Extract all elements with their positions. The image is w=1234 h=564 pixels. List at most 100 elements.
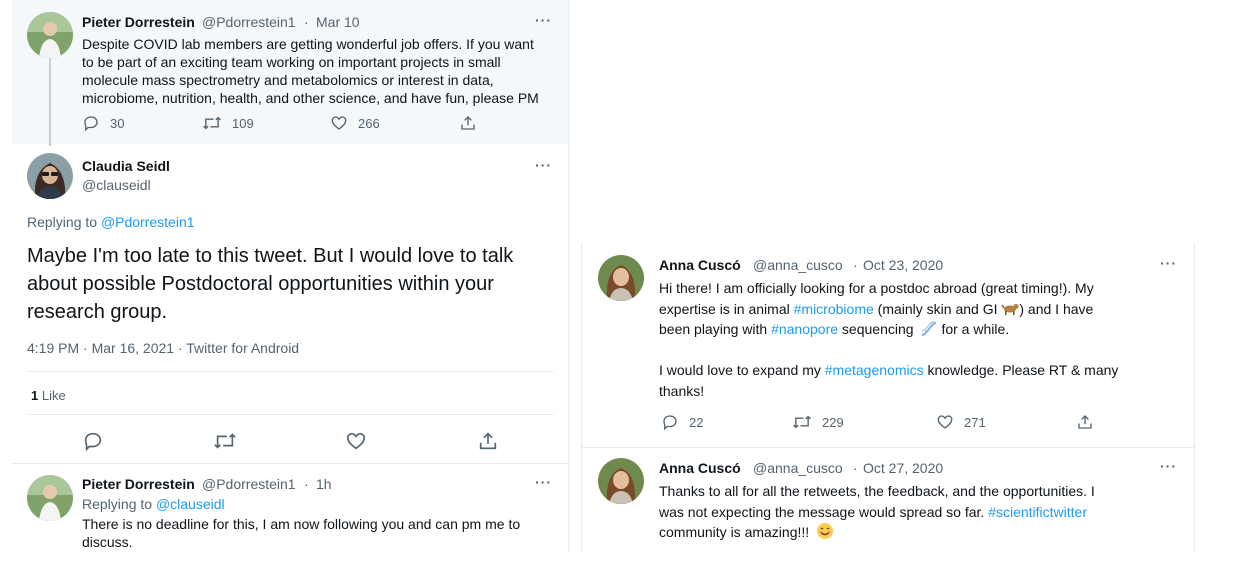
author-handle[interactable]: @anna_cusco	[753, 257, 843, 273]
avatar-anna[interactable]	[598, 255, 644, 301]
retweet-button[interactable]: 229	[792, 413, 844, 431]
avatar-claudia[interactable]	[27, 153, 73, 199]
avatar-pieter[interactable]	[27, 12, 73, 58]
author-handle[interactable]: @clauseidl	[82, 177, 151, 193]
share-button[interactable]	[459, 114, 477, 132]
reply-button[interactable]: 30	[82, 114, 124, 132]
replying-to-prefix: Replying to	[27, 214, 98, 230]
hashtag-link[interactable]: #metagenomics	[825, 362, 924, 378]
reply-button[interactable]	[82, 430, 104, 452]
tweet-text-line: been playing with #nanopore sequencing f…	[659, 319, 1118, 340]
divider	[582, 447, 1194, 448]
author-handle[interactable]: @Pdorrestein1	[202, 476, 296, 492]
more-options-icon[interactable]: ···	[535, 474, 552, 490]
like-summary-label: Like	[41, 388, 66, 403]
right-thread-panel: Anna Cuscó @anna_cusco · Oct 23, 2020 ··…	[581, 243, 1195, 553]
author-handle[interactable]: @Pdorrestein1	[202, 14, 296, 30]
retweet-button[interactable]	[213, 430, 237, 452]
tweet-text: There is no deadline for this, I am now …	[82, 515, 520, 551]
tweet-text-line: molecule mass spectrometry and metabolom…	[82, 72, 494, 88]
reply-icon	[84, 116, 98, 132]
text-segment: I would love to expand my	[659, 362, 825, 378]
author-handle[interactable]: @anna_cusco	[753, 460, 843, 476]
avatar-anna[interactable]	[598, 458, 644, 504]
like-button[interactable]: 266	[330, 114, 380, 132]
tweet-text-line: research group.	[27, 301, 168, 323]
tweet-text-line: microbiome, nutrition, health, and other…	[82, 90, 539, 106]
like-count: 271	[964, 414, 986, 430]
like-summary[interactable]: 1 Like	[31, 388, 66, 403]
text-segment: ) and I have	[1019, 300, 1094, 317]
tweet-text-line: community is amazing!!!	[659, 522, 1095, 543]
share-icon	[479, 432, 497, 450]
text-segment: for a while.	[941, 321, 1010, 337]
author-name[interactable]: Anna Cuscó	[659, 257, 741, 273]
text-segment: sequencing	[838, 321, 914, 337]
tweet-text-line: Despite COVID lab members are getting wo…	[82, 36, 534, 52]
separator: ·	[853, 460, 858, 476]
tweet-time[interactable]: Oct 23, 2020	[863, 257, 943, 273]
author-name[interactable]: Claudia Seidl	[82, 158, 170, 174]
reply-icon	[663, 415, 677, 431]
separator: ·	[304, 476, 309, 492]
text-segment: was not expecting the message would spre…	[659, 503, 989, 520]
replying-to-prefix: Replying to	[82, 496, 153, 512]
tweet-text-line: expertise is in animal #microbiome (main…	[659, 299, 1118, 320]
like-count: 266	[358, 115, 380, 131]
hashtag-link[interactable]: #microbiome	[794, 301, 874, 317]
tweet-timestamp[interactable]: 4:19 PM · Mar 16, 2021 · Twitter for And…	[27, 340, 299, 356]
more-options-icon[interactable]: ···	[535, 12, 552, 28]
retweet-count: 109	[232, 115, 254, 131]
like-button[interactable]	[345, 430, 367, 452]
heart-icon	[346, 432, 366, 450]
text-segment: community is amazing!!!	[659, 524, 810, 540]
tweet-text-line: I would love to expand my #metagenomics …	[659, 360, 1118, 381]
heart-icon	[331, 116, 347, 130]
replying-to: Replying to @Pdorrestein1	[27, 214, 195, 230]
author-name[interactable]: Pieter Dorrestein	[82, 14, 195, 30]
main-tweet-text: Maybe I'm too late to this tweet. But I …	[27, 242, 513, 326]
thread-line	[49, 58, 51, 146]
text-segment: (mainly skin and GI	[873, 300, 998, 317]
left-thread-panel: Pieter Dorrestein @Pdorrestein1 · Mar 10…	[12, 0, 569, 553]
divider	[27, 371, 554, 372]
retweet-icon	[214, 433, 236, 449]
tweet-time[interactable]: Oct 27, 2020	[863, 460, 943, 476]
replying-to-handle-link[interactable]: @Pdorrestein1	[101, 214, 195, 230]
tweet-text-line: There is no deadline for this, I am now …	[82, 516, 521, 532]
share-button[interactable]	[477, 430, 499, 452]
divider	[27, 414, 554, 415]
more-options-icon[interactable]: ···	[1160, 255, 1177, 271]
share-icon	[461, 116, 475, 130]
author-name[interactable]: Anna Cuscó	[659, 460, 741, 476]
retweet-button[interactable]: 109	[202, 114, 254, 132]
more-options-icon[interactable]: ···	[535, 157, 552, 173]
tweet-time[interactable]: Mar 10	[316, 14, 360, 30]
reply-count: 30	[110, 115, 125, 131]
text-segment: knowledge. Please RT & many	[923, 362, 1119, 378]
hashtag-link[interactable]: #scientifictwitter	[988, 504, 1087, 520]
retweet-icon	[203, 116, 221, 130]
tweet-time[interactable]: 1h	[316, 476, 332, 492]
avatar-pieter[interactable]	[27, 475, 73, 521]
tweet-text-line: about possible Postdoctoral opportunitie…	[27, 273, 494, 295]
hashtag-link[interactable]: #nanopore	[771, 321, 838, 337]
replying-to-handle-link[interactable]: @clauseidl	[156, 496, 225, 512]
tweet-text-line: was not expecting the message would spre…	[659, 502, 1095, 523]
reply-icon	[84, 432, 102, 452]
share-button[interactable]	[1076, 413, 1094, 431]
divider	[12, 463, 568, 464]
original-tweet[interactable]: Pieter Dorrestein @Pdorrestein1 · Mar 10…	[12, 0, 568, 146]
reply-button[interactable]: 22	[661, 413, 703, 431]
dog-emoji-icon	[1001, 303, 1019, 315]
more-options-icon[interactable]: ···	[1160, 458, 1177, 474]
share-icon	[1078, 415, 1092, 429]
dna-emoji-icon	[922, 320, 937, 336]
author-name[interactable]: Pieter Dorrestein	[82, 476, 195, 492]
like-button[interactable]: 271	[936, 413, 986, 431]
separator: ·	[853, 257, 858, 273]
replying-to: Replying to @clauseidl	[82, 496, 225, 512]
tweet-text-line: Hi there! I am officially looking for a …	[659, 280, 1094, 296]
like-summary-count: 1	[31, 388, 39, 403]
